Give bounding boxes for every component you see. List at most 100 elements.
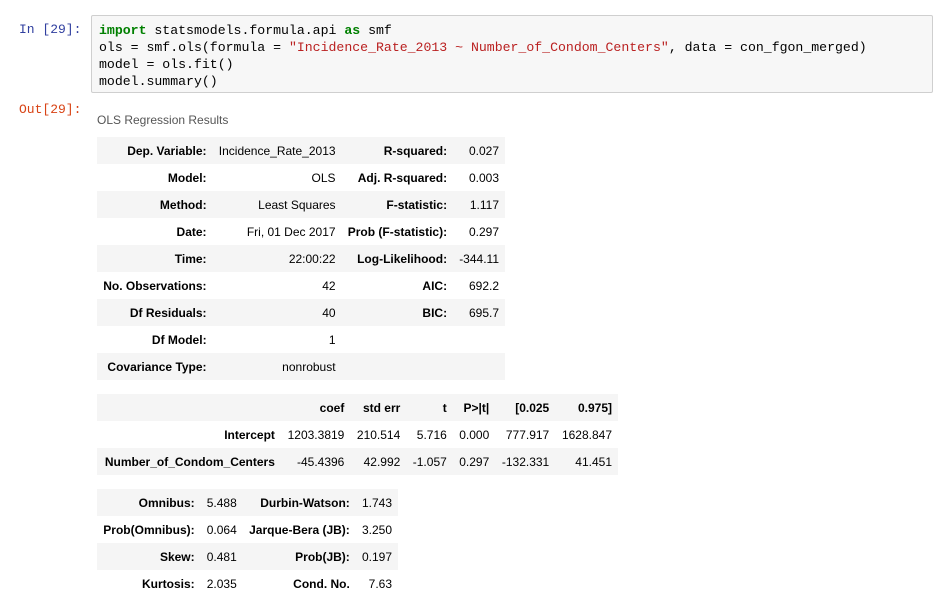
stat-label: Omnibus: — [138, 495, 195, 510]
stat-label: Date: — [176, 224, 207, 239]
model-info-row: Time: 22:00:22 Log-Likelihood: -344.11 — [97, 245, 505, 272]
diagnostics-row: Kurtosis: 2.035 Cond. No. 7.63 — [97, 570, 398, 597]
stat-value: 3.250 — [361, 522, 392, 537]
model-info-row: Df Residuals: 40 BIC: 695.7 — [97, 299, 505, 326]
stat-value: 0.297 — [468, 224, 499, 239]
coef-row: Number_of_Condom_Centers -45.4396 42.992 -1… — [97, 448, 618, 475]
model-info-row: Covariance Type: nonrobust — [97, 353, 505, 380]
diagnostics-row: Skew: 0.481 Prob(JB): 0.197 — [97, 543, 398, 570]
stat-value: -344.11 — [459, 251, 499, 266]
stat-value — [453, 353, 505, 380]
stat-value: 2.035 — [206, 576, 237, 591]
stat-label: Prob(Omnibus): — [103, 522, 195, 537]
output-prompt: Out[29]: — [19, 102, 82, 117]
stat-label: Prob (F-statistic): — [347, 224, 448, 239]
stat-value: Least Squares — [258, 197, 336, 212]
stat-label: BIC: — [422, 305, 448, 320]
coef-value: 42.992 — [363, 454, 401, 469]
coef-value: 5.716 — [416, 427, 447, 442]
coef-column-header: std err — [362, 400, 401, 415]
stat-value: OLS — [311, 170, 336, 185]
stat-value: 0.197 — [361, 549, 392, 564]
coef-value: 0.297 — [459, 454, 490, 469]
model-info-row: No. Observations: 42 AIC: 692.2 — [97, 272, 505, 299]
stat-label: Durbin-Watson: — [260, 495, 350, 510]
stat-label: Kurtosis: — [141, 576, 195, 591]
stat-value: Incidence_Rate_2013 — [218, 143, 336, 158]
coef-value: 777.917 — [505, 427, 550, 442]
stat-value: 42 — [322, 278, 336, 293]
coef-column-header: 0.975] — [577, 400, 612, 415]
diagnostics-row: Prob(Omnibus): 0.064 Jarque-Bera (JB): 3.25… — [97, 516, 398, 543]
stat-value: 1.117 — [469, 197, 499, 212]
stat-label: Df Residuals: — [129, 305, 207, 320]
stat-value: 695.7 — [468, 305, 499, 320]
model-info-row: Df Model: 1 — [97, 326, 505, 353]
diagnostics-table: Omnibus: 5.488 Durbin-Watson: 1.743 Prob(Omn… — [97, 489, 398, 597]
stat-value: 0.481 — [206, 549, 237, 564]
stat-value: 1 — [328, 332, 336, 347]
coef-value: 1203.3819 — [287, 427, 345, 442]
model-info-row: Date: Fri, 01 Dec 2017 Prob (F-statistic):… — [97, 218, 505, 245]
stat-label: AIC: — [422, 278, 448, 293]
coef-value: 0.000 — [459, 427, 490, 442]
stat-label: Covariance Type: — [107, 359, 207, 374]
results-caption: OLS Regression Results — [97, 113, 229, 127]
stat-label: Adj. R-squared: — [357, 170, 448, 185]
coef-row: Intercept 1203.3819 210.514 5.716 0.000 777.9… — [97, 421, 618, 448]
coef-variable-name: Intercept — [224, 427, 275, 442]
coef-column-header: coef — [319, 400, 345, 415]
coef-value: -1.057 — [412, 454, 447, 469]
stat-label: Log-Likelihood: — [357, 251, 448, 266]
stat-label — [342, 326, 454, 353]
code-line-1: import statsmodels.formula.api as smf — [99, 23, 392, 38]
stat-value: 5.488 — [206, 495, 237, 510]
code-cell-editor[interactable]: import statsmodels.formula.api as smf ol… — [91, 15, 933, 93]
stat-value: nonrobust — [282, 359, 336, 374]
stat-value: 40 — [322, 305, 336, 320]
stat-value: 0.003 — [468, 170, 499, 185]
coef-value: 1628.847 — [561, 427, 612, 442]
stat-value: 0.027 — [468, 143, 499, 158]
model-info-table: Dep. Variable: Incidence_Rate_2013 R-squar… — [97, 137, 505, 380]
coef-value: -45.4396 — [296, 454, 345, 469]
stat-value — [453, 326, 505, 353]
stat-value: Fri, 01 Dec 2017 — [246, 224, 336, 239]
coef-column-header: t — [442, 400, 447, 415]
stat-label: Df Model: — [151, 332, 207, 347]
stat-value: 22:00:22 — [288, 251, 336, 266]
coef-value: 41.451 — [575, 454, 612, 469]
stat-label: Dep. Variable: — [127, 143, 207, 158]
stat-value: 1.743 — [361, 495, 392, 510]
stat-label: Model: — [167, 170, 207, 185]
coef-column-header — [97, 394, 281, 421]
stat-label: No. Observations: — [103, 278, 207, 293]
stat-value: 0.064 — [206, 522, 237, 537]
coef-column-header: P>|t| — [463, 400, 490, 415]
stat-label: R-squared: — [383, 143, 448, 158]
coef-value: -132.331 — [501, 454, 550, 469]
output-area: OLS Regression Results Dep. Variable: Inc… — [97, 113, 618, 597]
coefficients-table: coef std err t P>|t| [0.025 0.975] Intercept 12… — [97, 394, 618, 475]
coef-variable-name: Number_of_Condom_Centers — [104, 454, 275, 469]
stat-label: Jarque-Bera (JB): — [249, 522, 350, 537]
code-line-2: ols = smf.ols(formula = "Incidence_Rate_… — [99, 40, 867, 55]
stat-label — [342, 353, 454, 380]
stat-value: 7.63 — [368, 576, 392, 591]
stat-value: 692.2 — [468, 278, 499, 293]
coef-column-header: [0.025 — [515, 400, 550, 415]
stat-label: Skew: — [159, 549, 195, 564]
diagnostics-row: Omnibus: 5.488 Durbin-Watson: 1.743 — [97, 489, 398, 516]
input-prompt: In [29]: — [19, 22, 82, 37]
code-line-3: model = ols.fit() — [99, 57, 234, 72]
stat-label: F-statistic: — [386, 197, 448, 212]
coef-value: 210.514 — [356, 427, 401, 442]
code-line-4: model.summary() — [99, 74, 218, 89]
stat-label: Time: — [174, 251, 207, 266]
stat-label: Cond. No. — [293, 576, 350, 591]
model-info-row: Method: Least Squares F-statistic: 1.117 — [97, 191, 505, 218]
model-info-row: Model: OLS Adj. R-squared: 0.003 — [97, 164, 505, 191]
stat-label: Method: — [159, 197, 207, 212]
model-info-row: Dep. Variable: Incidence_Rate_2013 R-squar… — [97, 137, 505, 164]
coef-header-row: coef std err t P>|t| [0.025 0.975] — [97, 394, 618, 421]
